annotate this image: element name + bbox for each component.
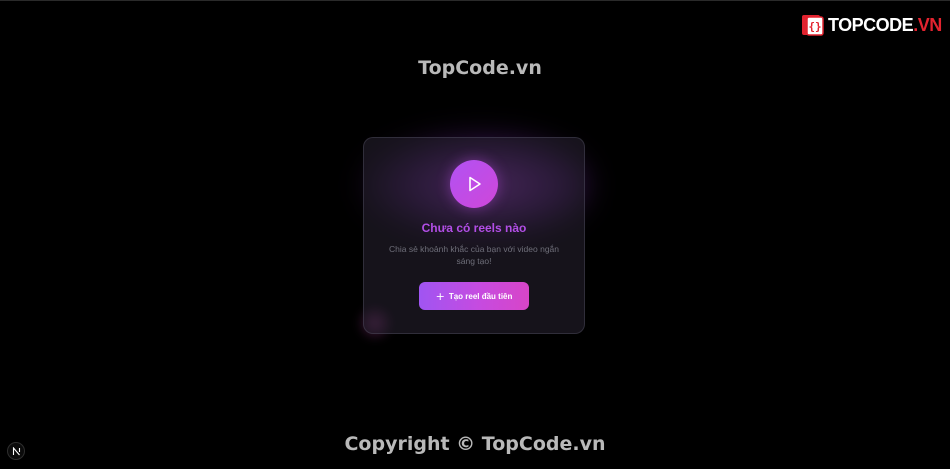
empty-state-title: Chưa có reels nào xyxy=(421,221,527,235)
create-first-reel-button[interactable]: + Tạo reel đầu tiên xyxy=(419,282,529,310)
empty-state-description: Chia sẻ khoảnh khắc của bạn với video ng… xyxy=(388,244,560,266)
copyright-text: Copyright © TopCode.vn xyxy=(344,433,606,455)
topcode-logo-icon: {} xyxy=(800,12,826,38)
play-icon xyxy=(469,176,481,192)
nextjs-icon xyxy=(12,446,20,455)
page: {} TOPCODE.VN TopCode.vn Chưa có reels n… xyxy=(0,0,950,469)
top-divider xyxy=(0,0,950,1)
create-first-reel-label: Tạo reel đầu tiên xyxy=(448,291,513,301)
topcode-logo: {} TOPCODE.VN xyxy=(800,10,942,40)
plus-icon: + xyxy=(435,289,445,303)
play-button[interactable] xyxy=(450,160,498,208)
svg-text:{}: {} xyxy=(808,20,821,33)
nextjs-dev-badge[interactable] xyxy=(7,442,25,460)
watermark-title: TopCode.vn xyxy=(418,57,542,79)
topcode-logo-text: TOPCODE.VN xyxy=(828,14,942,35)
